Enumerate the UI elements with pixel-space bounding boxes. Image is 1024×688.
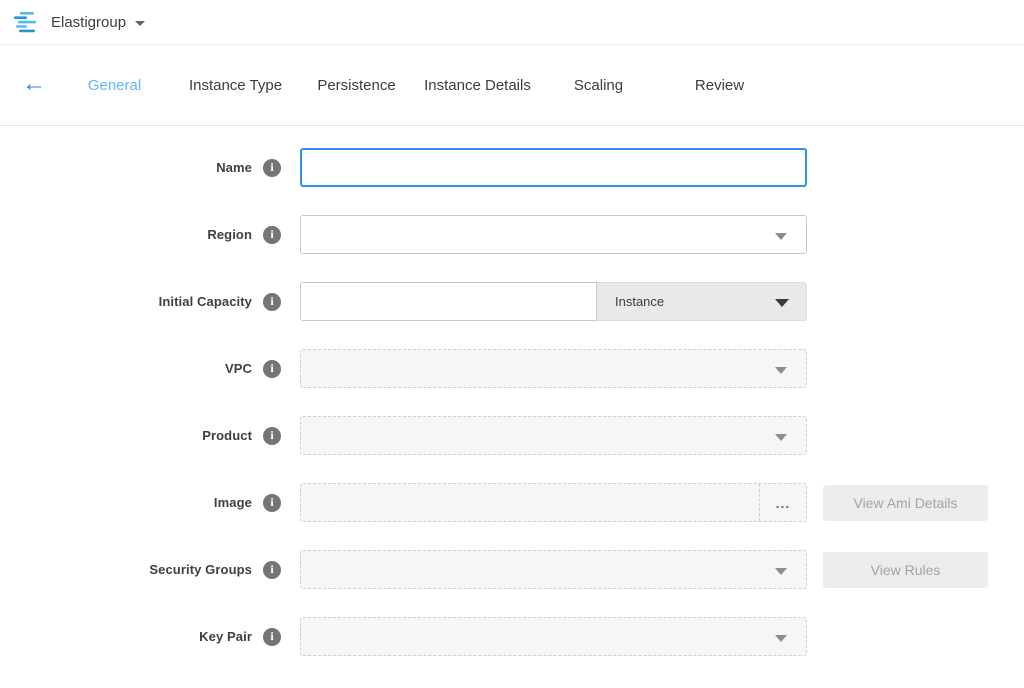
capacity-unit-select[interactable]: Instance [597, 282, 807, 321]
tab-review[interactable]: Review [659, 69, 780, 102]
form-row-security-groups: Security Groups i View Rules [0, 550, 1024, 589]
wizard-tabbar: ← General Instance Type Persistence Inst… [0, 45, 1024, 126]
image-label: Image [214, 495, 252, 510]
region-select[interactable] [300, 215, 807, 254]
capacity-unit-value: Instance [615, 294, 664, 309]
product-select [300, 416, 807, 455]
initial-capacity-input[interactable] [300, 282, 597, 321]
info-icon[interactable]: i [263, 427, 281, 445]
image-browse-button[interactable]: ... [759, 484, 806, 521]
info-icon[interactable]: i [263, 628, 281, 646]
initial-capacity-label: Initial Capacity [159, 294, 252, 309]
tab-instance-type[interactable]: Instance Type [175, 69, 296, 102]
info-icon[interactable]: i [263, 226, 281, 244]
info-icon[interactable]: i [263, 159, 281, 177]
image-input: ... [300, 483, 807, 522]
back-arrow-icon[interactable]: ← [22, 69, 46, 99]
info-icon[interactable]: i [263, 293, 281, 311]
security-groups-label: Security Groups [149, 562, 252, 577]
info-icon[interactable]: i [263, 494, 281, 512]
dropdown-caret-icon [775, 233, 787, 240]
name-input[interactable] [300, 148, 807, 187]
topbar: Elastigroup [0, 0, 1024, 45]
region-label: Region [207, 227, 252, 242]
form-row-image: Image i ... View Ami Details [0, 483, 1024, 522]
tab-instance-details[interactable]: Instance Details [417, 69, 538, 102]
tab-general[interactable]: General [54, 69, 175, 102]
image-value [301, 484, 759, 521]
key-pair-select [300, 617, 807, 656]
form-row-region: Region i [0, 215, 1024, 254]
dropdown-caret-icon [775, 635, 787, 642]
tab-scaling[interactable]: Scaling [538, 69, 659, 102]
form-row-product: Product i [0, 416, 1024, 455]
product-label: Product [202, 428, 252, 443]
vpc-select [300, 349, 807, 388]
chevron-down-icon [135, 21, 145, 26]
app-switcher[interactable]: Elastigroup [41, 14, 145, 31]
key-pair-label: Key Pair [199, 629, 252, 644]
dropdown-caret-icon [775, 568, 787, 575]
security-groups-select [300, 550, 807, 589]
view-ami-details-button[interactable]: View Ami Details [823, 485, 988, 521]
app-name: Elastigroup [51, 14, 126, 31]
form-row-vpc: VPC i [0, 349, 1024, 388]
elastigroup-logo-icon [14, 12, 41, 33]
form-row-name: Name i [0, 148, 1024, 187]
dropdown-caret-icon [775, 434, 787, 441]
info-icon[interactable]: i [263, 360, 281, 378]
form-row-initial-capacity: Initial Capacity i Instance [0, 282, 1024, 321]
name-label: Name [216, 160, 252, 175]
dropdown-caret-icon [775, 299, 789, 307]
info-icon[interactable]: i [263, 561, 281, 579]
general-form: Name i Region i Initial Capacity i Insta… [0, 126, 1024, 656]
form-row-key-pair: Key Pair i [0, 617, 1024, 656]
dropdown-caret-icon [775, 367, 787, 374]
view-rules-button[interactable]: View Rules [823, 552, 988, 588]
vpc-label: VPC [225, 361, 252, 376]
tab-persistence[interactable]: Persistence [296, 69, 417, 102]
wizard-tabs: General Instance Type Persistence Instan… [54, 69, 780, 102]
